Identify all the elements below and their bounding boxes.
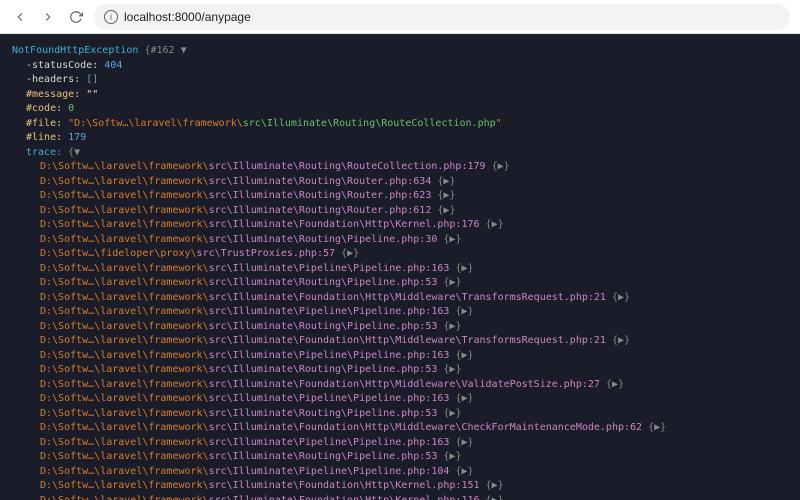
trace-line[interactable]: D:\Softw…\laravel\framework\src\Illumina… bbox=[12, 363, 788, 378]
trace-line[interactable]: D:\Softw…\laravel\framework\src\Illumina… bbox=[12, 218, 788, 233]
prop-code: #code: 0 bbox=[12, 102, 788, 117]
trace-line[interactable]: D:\Softw…\laravel\framework\src\Illumina… bbox=[12, 349, 788, 364]
trace-line[interactable]: D:\Softw…\laravel\framework\src\Illumina… bbox=[12, 320, 788, 335]
trace-line[interactable]: D:\Softw…\laravel\framework\src\Illumina… bbox=[12, 378, 788, 393]
trace-line[interactable]: D:\Softw…\laravel\framework\src\Illumina… bbox=[12, 160, 788, 175]
browser-toolbar: i localhost:8000/anypage bbox=[0, 0, 800, 34]
trace-line[interactable]: D:\Softw…\laravel\framework\src\Illumina… bbox=[12, 175, 788, 190]
trace-line[interactable]: D:\Softw…\laravel\framework\src\Illumina… bbox=[12, 334, 788, 349]
url-text: localhost:8000/anypage bbox=[124, 10, 251, 24]
info-icon[interactable]: i bbox=[104, 10, 118, 24]
trace-line[interactable]: D:\Softw…\laravel\framework\src\Illumina… bbox=[12, 450, 788, 465]
trace-line[interactable]: D:\Softw…\laravel\framework\src\Illumina… bbox=[12, 233, 788, 248]
trace-line[interactable]: D:\Softw…\laravel\framework\src\Illumina… bbox=[12, 262, 788, 277]
trace-line[interactable]: D:\Softw…\laravel\framework\src\Illumina… bbox=[12, 204, 788, 219]
prop-line: #line: 179 bbox=[12, 131, 788, 146]
forward-button[interactable] bbox=[38, 7, 58, 27]
trace-line[interactable]: D:\Softw…\laravel\framework\src\Illumina… bbox=[12, 392, 788, 407]
prop-statuscode: -statusCode: 404 bbox=[12, 59, 788, 74]
trace-line[interactable]: D:\Softw…\fideloper\proxy\src\TrustProxi… bbox=[12, 247, 788, 262]
trace-line[interactable]: D:\Softw…\laravel\framework\src\Illumina… bbox=[12, 276, 788, 291]
exception-header[interactable]: NotFoundHttpException {#162 ▼ bbox=[12, 44, 788, 59]
trace-line[interactable]: D:\Softw…\laravel\framework\src\Illumina… bbox=[12, 189, 788, 204]
trace-line[interactable]: D:\Softw…\laravel\framework\src\Illumina… bbox=[12, 407, 788, 422]
trace-line[interactable]: D:\Softw…\laravel\framework\src\Illumina… bbox=[12, 494, 788, 500]
exception-hash: {#162 ▼ bbox=[144, 45, 186, 56]
back-button[interactable] bbox=[10, 7, 30, 27]
prop-trace[interactable]: trace: {▼ bbox=[12, 146, 788, 161]
reload-button[interactable] bbox=[66, 7, 86, 27]
debug-pane: NotFoundHttpException {#162 ▼ -statusCod… bbox=[0, 34, 800, 500]
address-bar[interactable]: i localhost:8000/anypage bbox=[94, 4, 790, 30]
trace-line[interactable]: D:\Softw…\laravel\framework\src\Illumina… bbox=[12, 465, 788, 480]
trace-line[interactable]: D:\Softw…\laravel\framework\src\Illumina… bbox=[12, 305, 788, 320]
exception-name: NotFoundHttpException bbox=[12, 45, 138, 56]
prop-headers: -headers: [] bbox=[12, 73, 788, 88]
trace-line[interactable]: D:\Softw…\laravel\framework\src\Illumina… bbox=[12, 479, 788, 494]
prop-file: #file: "D:\Softw…\laravel\framework\src\… bbox=[12, 117, 788, 132]
trace-line[interactable]: D:\Softw…\laravel\framework\src\Illumina… bbox=[12, 436, 788, 451]
trace-line[interactable]: D:\Softw…\laravel\framework\src\Illumina… bbox=[12, 421, 788, 436]
trace-line[interactable]: D:\Softw…\laravel\framework\src\Illumina… bbox=[12, 291, 788, 306]
prop-message: #message: "" bbox=[12, 88, 788, 103]
